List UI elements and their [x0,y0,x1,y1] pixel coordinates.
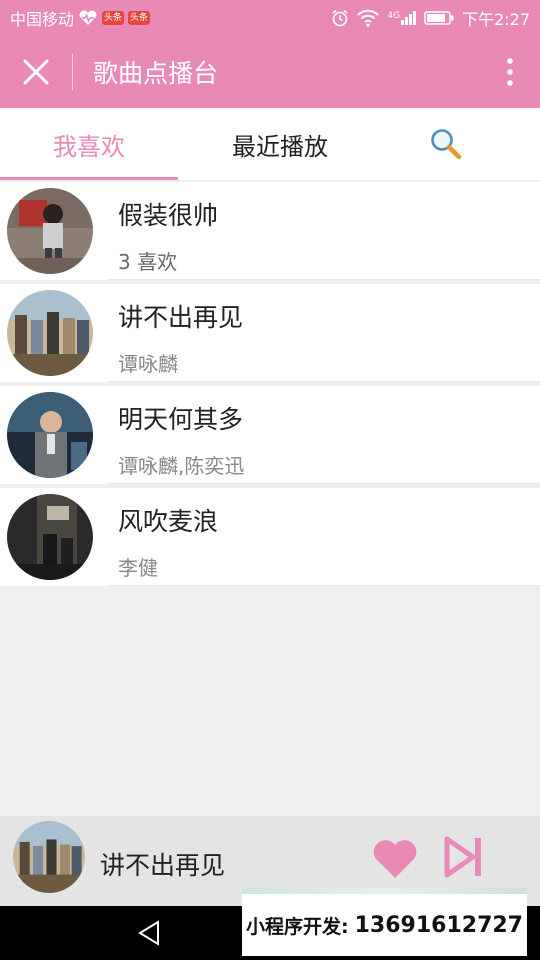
health-heart-icon [79,10,97,25]
battery-icon [424,11,454,25]
song-subtitle: 3 喜欢 [118,250,178,274]
list-item[interactable]: 讲不出再见 谭咏麟 [0,284,540,386]
status-bar: 中国移动 头条 头条 4G 下午2:27 [0,0,540,36]
album-cover [7,188,93,274]
album-cover [7,290,93,376]
song-artist: 李健 [118,556,158,580]
title-bar: 歌曲点播台 [0,36,540,108]
favorite-button[interactable] [372,838,418,884]
now-playing-title: 讲不出再见 [100,851,226,880]
song-title: 假装很帅 [118,201,219,230]
back-triangle-icon [138,920,159,946]
close-button[interactable] [0,36,72,108]
song-artist: 谭咏麟,陈奕迅 [118,454,245,478]
player-album-cover [13,821,85,893]
promo-phone: 13691612727 [354,912,523,938]
news-badge-1: 头条 [102,11,125,25]
more-icon [507,58,513,86]
back-button[interactable] [136,919,164,947]
list-item[interactable]: 风吹麦浪 李健 [0,488,540,590]
tab-recent[interactable]: 最近播放 [218,108,342,180]
more-button[interactable] [480,36,540,108]
search-icon [431,129,462,160]
heart-icon [373,840,417,878]
title-divider [72,54,73,90]
close-icon [23,59,49,85]
promo-overlay: 小程序开发: 13691612727 [242,888,527,956]
next-track-button[interactable] [444,836,484,878]
wifi-icon [357,9,380,27]
song-list: 假装很帅 3 喜欢 讲不出再见 谭咏麟 明天何其多 谭咏麟,陈奕迅 风吹麦浪 李… [0,182,540,590]
album-cover [7,494,93,580]
page-title: 歌曲点播台 [93,59,219,88]
list-item[interactable]: 明天何其多 谭咏麟,陈奕迅 [0,386,540,488]
skip-next-icon [444,836,481,878]
tab-favorites[interactable]: 我喜欢 [0,108,178,180]
album-cover [7,392,93,478]
promo-label: 小程序开发: [246,915,349,938]
song-title: 明天何其多 [118,405,244,434]
song-artist: 谭咏麟 [118,352,178,376]
list-item[interactable]: 假装很帅 3 喜欢 [0,182,540,284]
song-title: 风吹麦浪 [118,507,219,536]
cell-signal-icon: 4G [387,11,417,25]
clock-label: 下午2:27 [462,10,530,29]
search-button[interactable] [420,108,472,180]
news-badge-2: 头条 [128,11,151,25]
song-title: 讲不出再见 [118,303,244,332]
carrier-label: 中国移动 [10,10,75,29]
alarm-icon [332,9,348,27]
